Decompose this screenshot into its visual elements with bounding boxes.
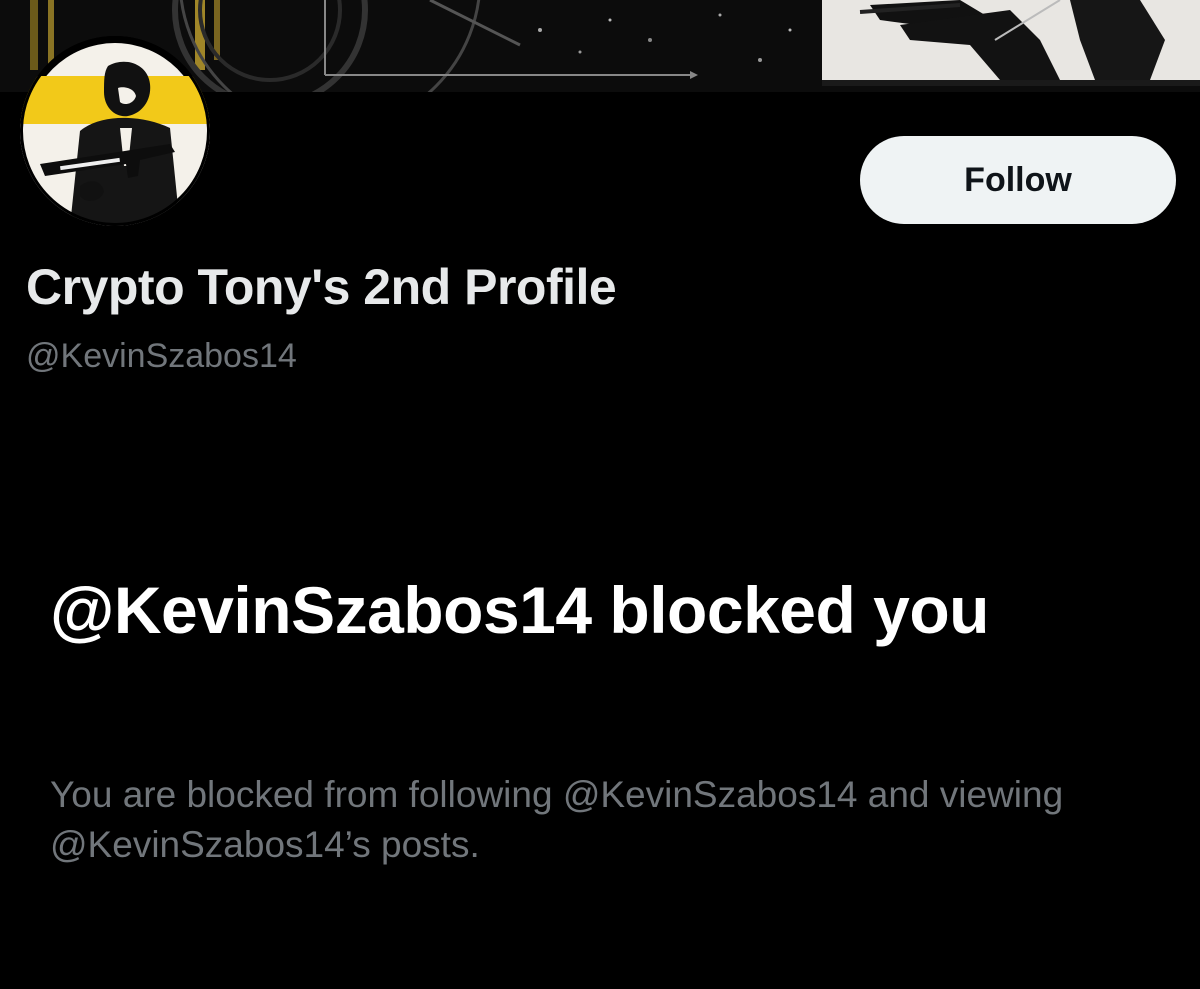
profile-avatar[interactable] [20,36,210,226]
profile-handle: @KevinSzabos14 [26,337,297,375]
profile-display-name: Crypto Tony's 2nd Profile [26,259,617,315]
avatar-image [20,36,210,226]
follow-button[interactable]: Follow [860,136,1176,224]
blocked-description: You are blocked from following @KevinSza… [50,774,1064,865]
blocked-heading: @KevinSzabos14 blocked you [50,573,989,647]
